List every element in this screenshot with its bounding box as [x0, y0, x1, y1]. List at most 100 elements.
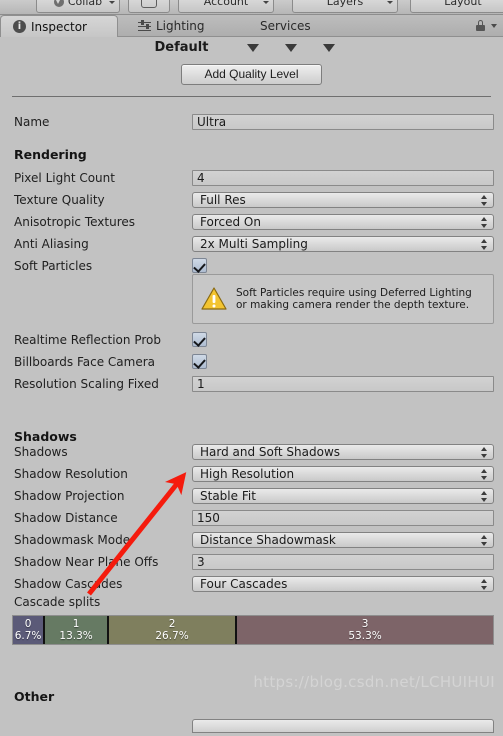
row-label: Shadow Cascades	[14, 577, 123, 591]
row-realtime-reflection-probes: Realtime Reflection Prob	[0, 329, 503, 351]
chevron-updown-icon	[481, 491, 488, 502]
shadowmask-mode-dropdown[interactable]: Distance Shadowmask	[192, 532, 494, 548]
row-label: Shadow Resolution	[14, 467, 128, 481]
account-button[interactable]: Account	[178, 0, 274, 13]
chevron-updown-icon	[481, 195, 488, 206]
layout-label: Layout	[444, 0, 482, 8]
anti-aliasing-dropdown[interactable]: 2x Multi Sampling	[192, 236, 494, 252]
row-label: Shadow Distance	[14, 511, 118, 525]
tab-services-label: Services	[260, 19, 311, 33]
chevron-down-icon	[387, 1, 393, 4]
chevron-updown-icon	[481, 239, 488, 250]
soft-particles-checkbox[interactable]	[192, 258, 207, 273]
resolution-scaling-fixed-input[interactable]: 1	[192, 376, 494, 392]
cascade-splits-label: Cascade splits	[14, 595, 101, 609]
shadow-resolution-dropdown[interactable]: High Resolution	[192, 466, 494, 482]
section-title-rendering: Rendering	[14, 147, 87, 162]
row-pixel-light-count: Pixel Light Count 4	[0, 167, 503, 189]
realtime-reflection-probes-checkbox[interactable]	[192, 332, 207, 347]
quality-level-header: Default	[0, 37, 503, 58]
cascade-segment-2[interactable]: 2 26.7%	[108, 616, 238, 644]
other-first-field[interactable]	[192, 719, 494, 733]
cloud-icon	[141, 0, 157, 8]
cascade-index-label: 3	[361, 618, 369, 630]
quality-settings-panel: Default Add Quality Level Name Ultra Ren…	[0, 37, 503, 736]
shadowmask-mode-value: Distance Shadowmask	[200, 533, 336, 547]
row-label: Shadow Projection	[14, 489, 125, 503]
layout-button[interactable]: Layout	[410, 0, 503, 13]
panel-menu-icon[interactable]	[491, 24, 497, 28]
collab-button[interactable]: Collab	[36, 0, 120, 13]
name-input[interactable]: Ultra	[192, 114, 494, 130]
unity-inspector-window: Collab Account Layers Layout i Inspector	[0, 0, 503, 736]
row-anti-aliasing: Anti Aliasing 2x Multi Sampling	[0, 233, 503, 255]
texture-quality-dropdown[interactable]: Full Res	[192, 192, 494, 208]
shadow-resolution-value: High Resolution	[200, 467, 295, 481]
collab-label: Collab	[67, 0, 103, 8]
divider	[12, 96, 491, 97]
row-label: Resolution Scaling Fixed	[14, 377, 159, 391]
row-shadow-distance: Shadow Distance 150	[0, 507, 503, 529]
lock-icon[interactable]	[476, 20, 485, 31]
shadow-cascades-dropdown[interactable]: Four Cascades	[192, 576, 494, 592]
row-shadow-projection: Shadow Projection Stable Fit	[0, 485, 503, 507]
row-name: Name Ultra	[0, 111, 503, 133]
row-billboards-face-camera: Billboards Face Camera	[0, 351, 503, 373]
row-label: Billboards Face Camera	[14, 355, 155, 369]
add-quality-level-button[interactable]: Add Quality Level	[181, 63, 322, 85]
lighting-icon	[138, 20, 151, 32]
cascade-index-label: 2	[168, 618, 176, 630]
warning-triangle-icon	[201, 287, 227, 310]
chevron-down-icon-1[interactable]	[247, 43, 260, 52]
row-texture-quality: Texture Quality Full Res	[0, 189, 503, 211]
shadow-projection-dropdown[interactable]: Stable Fit	[192, 488, 494, 504]
cascade-splits-bar[interactable]: 0 6.7% 1 13.3% 2 26.7% 3 53.3%	[12, 615, 494, 645]
chevron-updown-icon	[481, 535, 488, 546]
row-label: Texture Quality	[14, 193, 105, 207]
row-shadowmask-mode: Shadowmask Mode Distance Shadowmask	[0, 529, 503, 551]
chevron-updown-icon	[481, 469, 488, 480]
shadow-cascades-value: Four Cascades	[200, 577, 288, 591]
anisotropic-textures-value: Forced On	[200, 215, 261, 229]
row-shadow-cascades: Shadow Cascades Four Cascades	[0, 573, 503, 595]
row-label: Anisotropic Textures	[14, 215, 136, 229]
tab-lighting[interactable]: Lighting	[126, 15, 234, 37]
cloud-button[interactable]	[128, 0, 170, 13]
page-title: Default	[154, 40, 209, 55]
chevron-down-icon-2[interactable]	[285, 43, 298, 52]
shadow-near-plane-offset-input[interactable]: 3	[192, 554, 494, 570]
panel-tab-strip: i Inspector Lighting Services	[0, 15, 503, 37]
cascade-segment-3[interactable]: 3 53.3%	[237, 616, 493, 644]
shadows-dropdown[interactable]: Hard and Soft Shadows	[192, 444, 494, 460]
row-label: Name	[14, 115, 50, 129]
chevron-updown-icon	[481, 447, 488, 458]
cascade-segment-1[interactable]: 1 13.3%	[45, 616, 109, 644]
cascade-percent-label: 6.7%	[14, 630, 42, 642]
cascade-percent-label: 26.7%	[155, 630, 189, 642]
billboards-face-camera-checkbox[interactable]	[192, 354, 207, 369]
info-icon: i	[13, 20, 26, 33]
shadow-distance-input[interactable]: 150	[192, 510, 494, 526]
row-resolution-scaling-fixed: Resolution Scaling Fixed 1	[0, 373, 503, 395]
unity-main-toolbar: Collab Account Layers Layout	[0, 0, 503, 15]
layers-button[interactable]: Layers	[292, 0, 398, 13]
warning-text: Soft Particles require using Deferred Li…	[236, 286, 472, 312]
row-label: Soft Particles	[14, 259, 93, 273]
shadows-value: Hard and Soft Shadows	[200, 445, 341, 459]
cascade-index-label: 0	[24, 618, 32, 630]
chevron-down-icon-3[interactable]	[323, 43, 336, 52]
chevron-down-icon	[263, 1, 269, 4]
chevron-updown-icon	[481, 217, 488, 228]
anti-aliasing-value: 2x Multi Sampling	[200, 237, 308, 251]
row-label: Realtime Reflection Prob	[14, 333, 161, 347]
chevron-updown-icon	[481, 579, 488, 590]
tab-services[interactable]: Services	[248, 15, 344, 37]
row-label: Anti Aliasing	[14, 237, 89, 251]
cascade-segment-0[interactable]: 0 6.7%	[13, 616, 46, 644]
soft-particles-warning: Soft Particles require using Deferred Li…	[192, 274, 494, 324]
anisotropic-textures-dropdown[interactable]: Forced On	[192, 214, 494, 230]
shadow-projection-value: Stable Fit	[200, 489, 256, 503]
pixel-light-count-input[interactable]: 4	[192, 170, 494, 186]
tab-inspector[interactable]: i Inspector	[0, 15, 118, 37]
row-label: Shadows	[14, 445, 68, 459]
